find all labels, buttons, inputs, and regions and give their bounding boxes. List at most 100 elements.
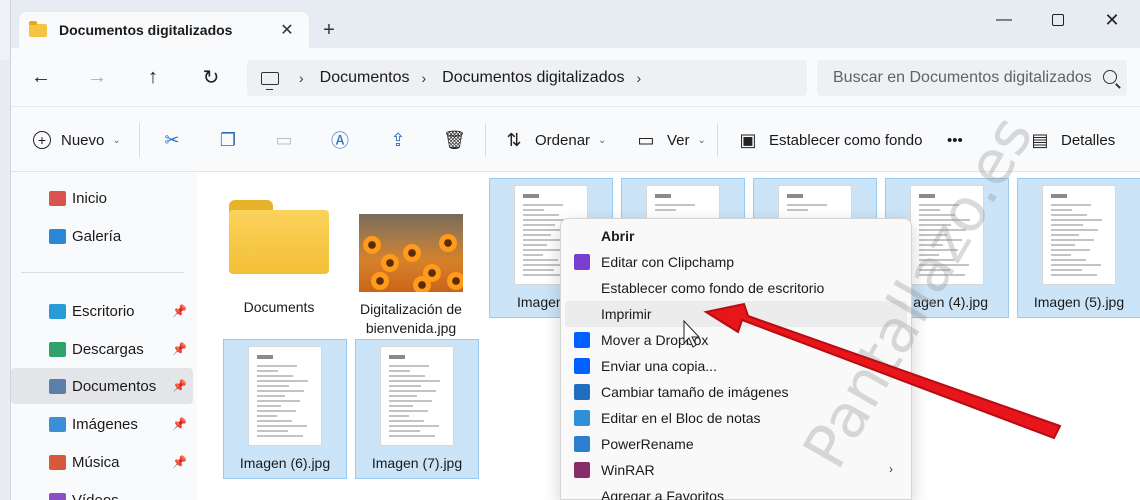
- downloads-icon: [49, 341, 66, 357]
- sort-icon: ⇅: [506, 129, 522, 150]
- file-item-imagen-2[interactable]: [621, 178, 745, 221]
- toolbar-divider: [139, 123, 140, 157]
- pin-icon[interactable]: 📌: [172, 455, 187, 469]
- breadcrumb-separator-icon: ›: [421, 70, 427, 86]
- file-item-digitalizacion-bienvenida[interactable]: Digitalización de bienvenida.jpg: [349, 178, 473, 338]
- menu-item-label: Editar en el Bloc de notas: [601, 410, 761, 426]
- sidebar-item-inicio[interactable]: Inicio: [11, 180, 193, 216]
- back-button[interactable]: ←: [27, 63, 55, 91]
- file-item-imagen-7[interactable]: Imagen (7).jpg: [355, 339, 479, 479]
- menu-item-label: PowerRename: [601, 436, 694, 452]
- tab-documentos-digitalizados[interactable]: Documentos digitalizados ✕: [19, 12, 309, 48]
- file-item-imagen-3[interactable]: [753, 178, 877, 221]
- gallery-icon: [49, 228, 66, 244]
- menu-item-label: Cambiar tamaño de imágenes: [601, 384, 789, 400]
- pin-icon[interactable]: 📌: [172, 304, 187, 318]
- pin-icon[interactable]: 📌: [172, 379, 187, 393]
- breadcrumb-separator-icon[interactable]: ›: [637, 70, 642, 86]
- sidebar-item-musica[interactable]: Música 📌: [11, 444, 193, 480]
- menu-item-label: Enviar una copia...: [601, 358, 717, 374]
- up-button[interactable]: ↑: [139, 63, 167, 91]
- share-button[interactable]: ⇪: [387, 126, 419, 154]
- menu-item-label: Mover a Dropbox: [601, 332, 709, 348]
- powerrename-icon: [574, 436, 590, 452]
- folder-icon: [29, 20, 47, 37]
- file-item-imagen-5[interactable]: Imagen (5).jpg: [1017, 178, 1140, 318]
- menu-item-agregar-favoritos[interactable]: Agregar a Favoritos: [565, 483, 907, 500]
- minimize-button[interactable]: —: [981, 6, 1027, 34]
- cut-button[interactable]: ✂: [161, 126, 193, 154]
- pin-icon[interactable]: 📌: [172, 342, 187, 356]
- menu-item-editar-clipchamp[interactable]: Editar con Clipchamp: [565, 249, 907, 275]
- address-bar[interactable]: › Documentos › Documentos digitalizados …: [247, 60, 807, 96]
- rename-button[interactable]: Ⓐ: [329, 126, 361, 154]
- file-label: Documents: [243, 299, 315, 315]
- notepad-icon: [574, 410, 590, 426]
- clipboard-icon: ▭: [275, 129, 293, 150]
- search-icon: [1103, 70, 1117, 84]
- view-button[interactable]: ▭ Ver ⌄: [635, 126, 706, 154]
- plus-circle-icon: +: [33, 131, 51, 149]
- maximize-button[interactable]: [1035, 6, 1081, 34]
- menu-item-label: WinRAR: [601, 462, 655, 478]
- pin-icon[interactable]: 📌: [172, 417, 187, 431]
- dropbox-icon: [574, 332, 590, 348]
- file-item-documents[interactable]: Documents: [217, 178, 341, 315]
- breadcrumb-documentos[interactable]: Documentos: [320, 69, 410, 87]
- search-input[interactable]: Buscar en Documentos digitalizados: [833, 69, 1091, 87]
- trash-icon: 🗑: [443, 129, 466, 150]
- folder-icon: [229, 200, 329, 274]
- menu-item-abrir[interactable]: Abrir: [565, 223, 907, 249]
- menu-item-label: Imprimir: [601, 306, 652, 322]
- search-box[interactable]: Buscar en Documentos digitalizados: [817, 60, 1127, 96]
- document-thumbnail: [1042, 185, 1116, 285]
- dropbox-icon: [574, 358, 590, 374]
- refresh-button[interactable]: ↻: [197, 63, 225, 91]
- chevron-down-icon: ⌄: [697, 134, 706, 146]
- pictures-icon: [49, 416, 66, 432]
- paste-button[interactable]: ▭: [273, 126, 305, 154]
- set-as-background-button[interactable]: ▣ Establecer como fondo: [737, 126, 922, 154]
- share-icon: ⇪: [390, 129, 406, 150]
- document-thumbnail: [646, 185, 720, 221]
- photo-thumbnail: [359, 214, 463, 292]
- tab-close-icon[interactable]: ✕: [275, 18, 299, 42]
- document-thumbnail: [248, 346, 322, 446]
- file-label: Digitalización de bienvenida.jpg: [360, 301, 462, 336]
- close-window-button[interactable]: ✕: [1089, 6, 1135, 34]
- sidebar-item-imagenes[interactable]: Imágenes 📌: [11, 406, 193, 442]
- new-tab-button[interactable]: +: [315, 16, 343, 44]
- maximize-icon: [1052, 14, 1064, 26]
- menu-item-establecer-fondo[interactable]: Establecer como fondo de escritorio: [565, 275, 907, 301]
- copy-button[interactable]: ❐: [217, 126, 249, 154]
- breadcrumb-documentos-digitalizados[interactable]: Documentos digitalizados: [442, 69, 624, 87]
- scissors-icon: ✂: [164, 129, 180, 150]
- file-label: Imagen (6).jpg: [239, 455, 331, 471]
- sidebar-item-galeria[interactable]: Galería: [11, 218, 193, 254]
- sidebar-item-documentos[interactable]: Documentos 📌: [11, 368, 193, 404]
- toolbar-divider: [717, 123, 718, 157]
- set-background-label: Establecer como fondo: [769, 131, 923, 149]
- wallpaper-icon: ▣: [739, 129, 757, 150]
- sidebar-item-videos[interactable]: Vídeos: [11, 482, 193, 500]
- breadcrumb-separator-icon: ›: [299, 70, 304, 86]
- sidebar-item-escritorio[interactable]: Escritorio 📌: [11, 293, 193, 329]
- chevron-down-icon: ⌄: [112, 134, 121, 146]
- menu-item-imprimir[interactable]: Imprimir: [565, 301, 907, 327]
- videos-icon: [49, 492, 66, 500]
- file-item-imagen-6[interactable]: Imagen (6).jpg: [223, 339, 347, 479]
- desktop-icon: [49, 303, 66, 319]
- winrar-icon: [574, 462, 590, 478]
- navigation-pane: Inicio Galería Escritorio 📌 Descargas 📌 …: [11, 172, 197, 500]
- sidebar-item-descargas[interactable]: Descargas 📌: [11, 331, 193, 367]
- sort-button[interactable]: ⇅ Ordenar ⌄: [503, 126, 606, 154]
- delete-button[interactable]: 🗑: [443, 126, 475, 154]
- sidebar-item-label: Imágenes: [72, 415, 138, 433]
- home-icon: [49, 190, 66, 206]
- sort-label: Ordenar: [535, 131, 591, 149]
- image-resizer-icon: [574, 384, 590, 400]
- forward-button[interactable]: →: [83, 63, 111, 91]
- chevron-down-icon: ⌄: [598, 134, 607, 146]
- sidebar-item-label: Vídeos: [72, 491, 119, 500]
- new-button[interactable]: + Nuevo ⌄: [33, 126, 121, 154]
